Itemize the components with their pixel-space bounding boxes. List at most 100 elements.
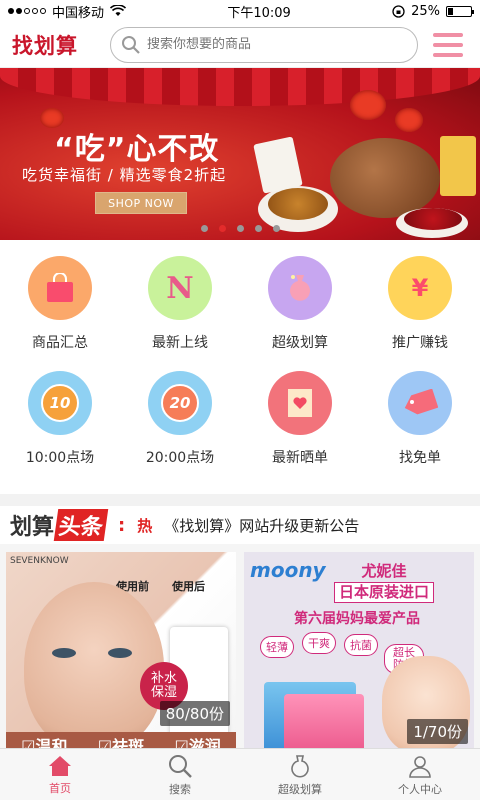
menu-button[interactable] <box>428 27 468 63</box>
grid-item-label: 最新晒单 <box>272 450 328 466</box>
app-logo[interactable]: 找划算 <box>12 30 100 60</box>
section-divider <box>0 494 480 506</box>
promo-banner[interactable]: “吃”心不改 吃货幸福街 / 精选零食2折起 SHOP NOW <box>0 68 480 240</box>
grid-item-promote[interactable]: ¥ 推广赚钱 <box>360 256 480 371</box>
shop-now-button[interactable]: SHOP NOW <box>95 192 187 214</box>
bottom-tab-bar: 首页 搜索 超级划算 个人中心 <box>0 748 480 800</box>
clock-20-icon: 20 <box>161 384 199 422</box>
banner-subtitle: 吃货幸福街 / 精选零食2折起 <box>22 166 227 184</box>
headline-logo: 划算 头条 <box>10 509 109 541</box>
tab-label: 个人中心 <box>398 782 442 796</box>
product-headline: 尤妮佳 日本原装进口 <box>334 562 435 603</box>
after-label: 使用后 <box>172 580 205 593</box>
headline-colon: : <box>118 514 126 536</box>
category-icon-circle: ¥ <box>388 256 452 320</box>
grid-item-super-deal[interactable]: 超级划算 <box>240 256 360 371</box>
new-n-icon: N <box>166 270 194 306</box>
feature-pill: 轻薄 <box>260 636 294 658</box>
eye-image <box>52 648 76 658</box>
tab-search[interactable]: 搜索 <box>120 749 240 800</box>
grid-item-summary[interactable]: 商品汇总 <box>0 256 120 371</box>
search-box[interactable] <box>110 26 418 63</box>
yen-icon: ¥ <box>411 274 429 302</box>
orientation-lock-icon <box>392 4 405 18</box>
grid-item-new[interactable]: N 最新上线 <box>120 256 240 371</box>
menu-bar <box>433 52 463 57</box>
product-title-2: 日本原装进口 <box>334 581 435 603</box>
category-icon-circle <box>268 371 332 435</box>
clock-10-label: 10 <box>49 394 71 412</box>
shopping-bag-icon <box>47 273 73 302</box>
diaper-pack-image <box>284 694 364 752</box>
snack-image <box>268 188 328 220</box>
moisture-badge-text: 补水 保湿 <box>150 670 177 700</box>
headline-logo-a: 划算 <box>10 515 55 540</box>
pager-dot[interactable] <box>254 225 262 232</box>
product-card[interactable]: moony 尤妮佳 日本原装进口 第六届妈妈最爱产品 轻薄 干爽 抗菌 超长防护… <box>244 552 474 758</box>
home-icon <box>49 755 71 776</box>
category-icon-circle <box>388 371 452 435</box>
wifi-icon <box>110 5 127 16</box>
banner-curtain <box>0 68 480 106</box>
pager-dot[interactable] <box>200 225 208 232</box>
status-time: 下午10:09 <box>227 5 291 21</box>
pager-dot[interactable] <box>218 225 226 232</box>
user-icon <box>409 755 431 778</box>
heart-note-icon <box>288 389 312 417</box>
battery-level <box>447 7 454 15</box>
category-icon-circle: N <box>148 256 212 320</box>
pager-dot[interactable] <box>272 225 280 232</box>
tab-super-deal[interactable]: 超级划算 <box>240 749 360 800</box>
lantern-decoration <box>350 90 386 120</box>
free-tag-icon <box>404 389 438 415</box>
status-right: 25% <box>392 3 474 19</box>
status-left: 中国移动 <box>8 2 127 21</box>
tab-home[interactable]: 首页 <box>0 749 120 800</box>
tab-profile[interactable]: 个人中心 <box>360 749 480 800</box>
search-icon <box>122 35 140 54</box>
product-brand: SEVENKNOW <box>10 556 69 566</box>
nuts-image <box>330 138 440 218</box>
model-face-image <box>24 582 164 752</box>
category-grid: 商品汇总 N 最新上线 超级划算 ¥ 推广赚钱 10 10:00点场 20 20… <box>0 240 480 494</box>
category-icon-circle <box>268 256 332 320</box>
pager-dot[interactable] <box>236 225 244 232</box>
grid-item-10am[interactable]: 10 10:00点场 <box>0 371 120 486</box>
category-icon-circle: 10 <box>28 371 92 435</box>
status-bar: 中国移动 下午10:09 25% <box>0 0 480 22</box>
headline-bar[interactable]: 划算 头条 : 热 《找划算》网站升级更新公告 <box>0 506 480 544</box>
clock-10-icon: 10 <box>41 384 79 422</box>
menu-bar <box>433 32 463 37</box>
product-list: SEVENKNOW 使用前 使用后 补水 保湿 80/80份 ☑温和 ☑祛斑 ☑… <box>0 544 480 758</box>
tab-label: 搜索 <box>169 782 191 796</box>
battery-icon <box>445 5 474 17</box>
snack-pack-image <box>253 136 303 194</box>
grid-item-free[interactable]: 找免单 <box>360 371 480 486</box>
tab-label: 超级划算 <box>278 782 322 796</box>
feature-pill: 干爽 <box>302 632 336 654</box>
tab-label: 首页 <box>49 781 71 795</box>
search-input[interactable] <box>147 37 407 52</box>
lantern-decoration <box>395 108 423 132</box>
eye-image <box>108 648 132 658</box>
stock-tag: 1/70份 <box>407 719 468 744</box>
headline-logo-b: 头条 <box>53 509 109 541</box>
grid-item-label: 20:00点场 <box>145 450 215 466</box>
grid-item-label: 超级划算 <box>272 335 328 351</box>
grid-item-8pm[interactable]: 20 20:00点场 <box>120 371 240 486</box>
money-bag-icon <box>291 754 309 778</box>
snack-pack-image <box>440 136 476 196</box>
search-icon <box>169 754 192 778</box>
category-icon-circle <box>28 256 92 320</box>
grid-item-showcase[interactable]: 最新晒单 <box>240 371 360 486</box>
product-card[interactable]: SEVENKNOW 使用前 使用后 补水 保湿 80/80份 ☑温和 ☑祛斑 ☑… <box>6 552 236 758</box>
clock-20-label: 20 <box>169 394 191 412</box>
menu-bar <box>433 42 463 47</box>
product-title-1: 尤妮佳 <box>361 562 407 580</box>
headline-text[interactable]: 《找划算》网站升级更新公告 <box>164 515 359 536</box>
banner-title: “吃”心不改 <box>54 132 220 167</box>
carrier-label: 中国移动 <box>52 5 105 21</box>
grid-item-label: 商品汇总 <box>32 335 88 351</box>
grid-item-label: 推广赚钱 <box>392 335 448 351</box>
battery-percent: 25% <box>411 3 440 19</box>
